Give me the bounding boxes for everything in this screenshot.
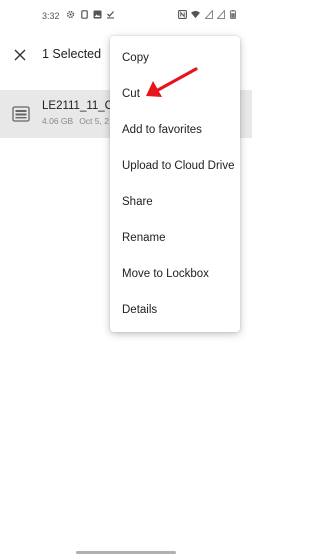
sim-icon: [80, 10, 89, 19]
sim-signal-icon: [204, 10, 213, 19]
nfc-icon: [178, 10, 187, 19]
menu-item-add-to-favorites[interactable]: Add to favorites: [110, 112, 240, 148]
download-done-icon: [106, 10, 115, 19]
gear-icon: [66, 10, 75, 19]
battery-icon: [228, 10, 237, 19]
archive-file-icon: [12, 106, 30, 122]
menu-item-upload-to-cloud-drive[interactable]: Upload to Cloud Drive: [110, 148, 240, 184]
status-time: 3:32: [42, 11, 60, 21]
file-meta: 4.06 GB Oct 5, 2: [42, 116, 109, 126]
wifi-icon: [191, 10, 200, 19]
menu-item-rename[interactable]: Rename: [110, 220, 240, 256]
menu-item-share[interactable]: Share: [110, 184, 240, 220]
selection-count-title: 1 Selected: [42, 47, 102, 61]
file-date: Oct 5, 2: [79, 116, 109, 126]
close-icon[interactable]: [8, 43, 32, 67]
status-bar: 3:32: [0, 0, 252, 32]
red-arrow-icon: [146, 67, 198, 97]
menu-item-move-to-lockbox[interactable]: Move to Lockbox: [110, 256, 240, 292]
image-icon: [93, 10, 102, 19]
file-size: 4.06 GB: [42, 116, 74, 126]
gesture-nav-bar[interactable]: [76, 551, 176, 554]
menu-item-details[interactable]: Details: [110, 292, 240, 328]
sim-signal-icon: [216, 10, 225, 19]
